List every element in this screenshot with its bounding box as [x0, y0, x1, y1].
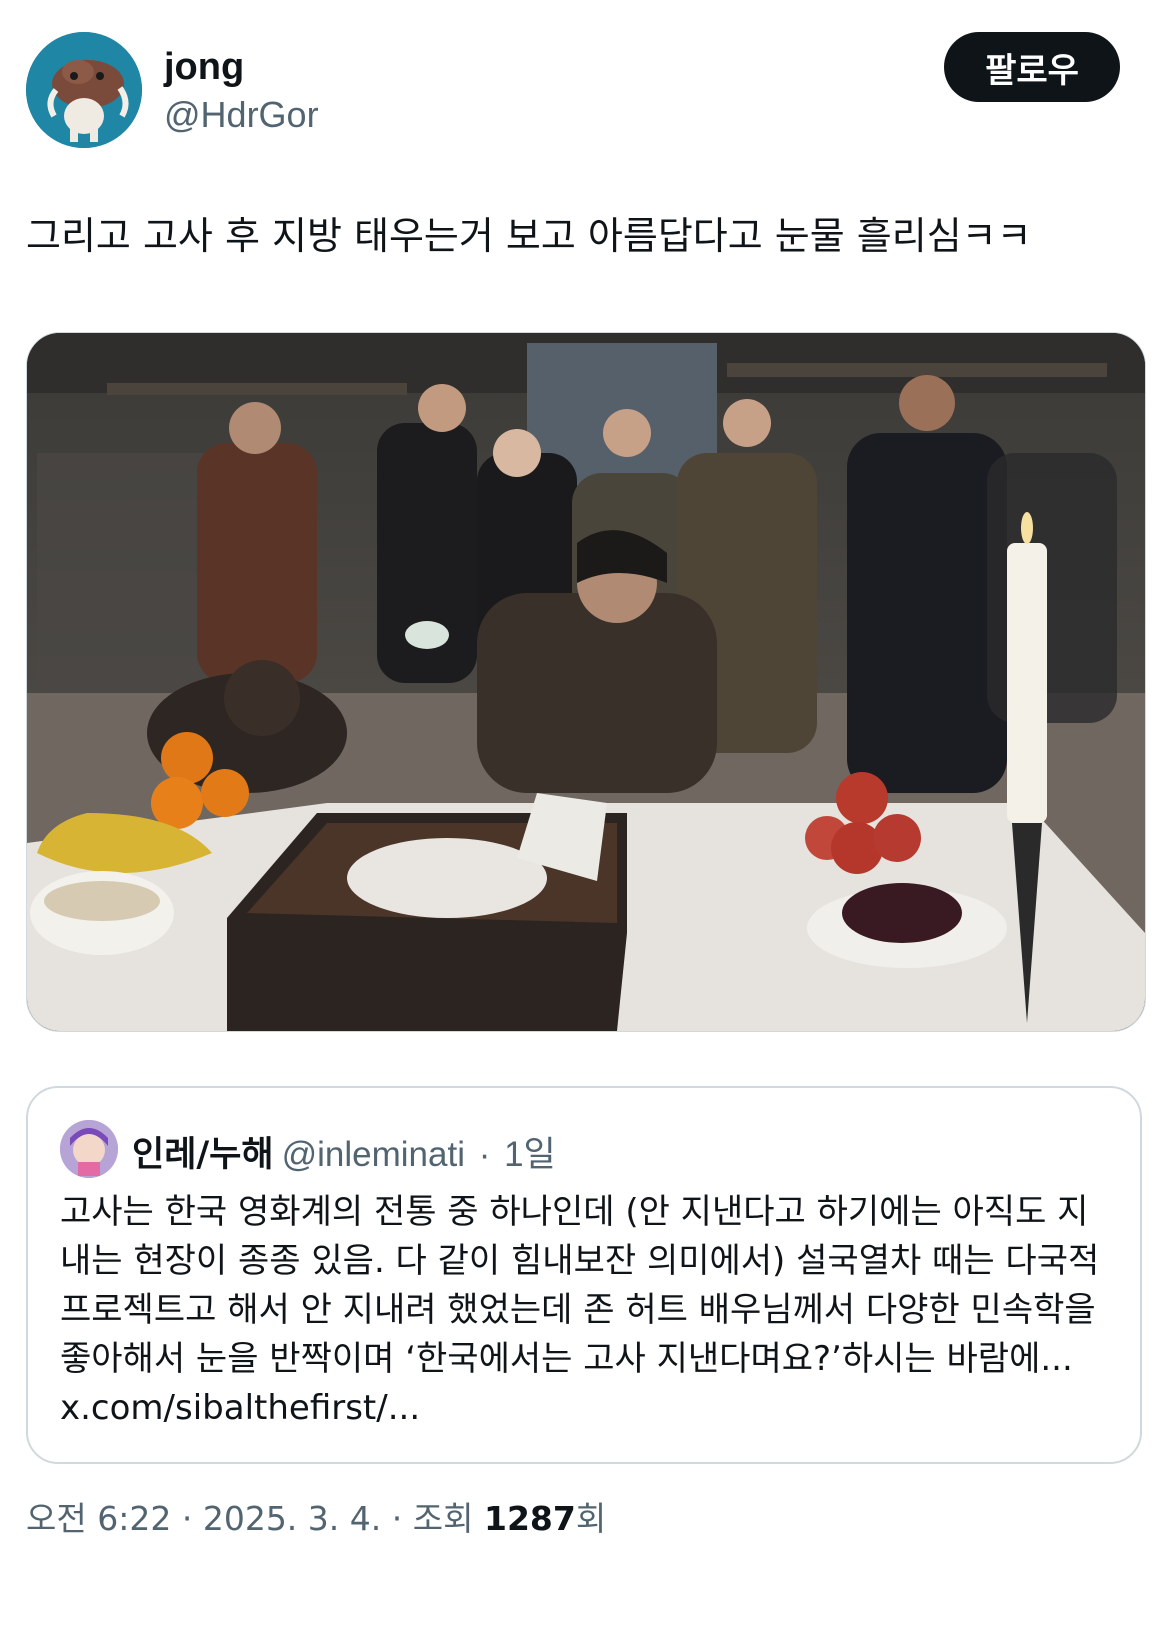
quoted-author-avatar[interactable] — [60, 1120, 118, 1178]
tweet-date[interactable]: 2025. 3. 4. — [203, 1499, 381, 1538]
avatar-character-icon — [60, 1120, 118, 1178]
quoted-header: 인레/누해 @inleminati · 1일 — [132, 1126, 556, 1177]
author-handle[interactable]: @HdrGor — [164, 94, 319, 136]
tweet-photo[interactable] — [26, 332, 1146, 1032]
tweet-header: jong @HdrGor 팔로우 — [26, 32, 1144, 152]
photo-scene — [27, 333, 1145, 1031]
quoted-link[interactable]: x.com/sibalthefirst/... — [60, 1388, 420, 1428]
views-suffix: 회 — [575, 1499, 607, 1538]
tweet-text: 그리고 고사 후 지방 태우는거 보고 아름답다고 눈물 흘리심ㅋㅋ — [26, 214, 1032, 258]
quoted-author-handle[interactable]: @inleminati — [282, 1135, 465, 1174]
separator-dot: · — [478, 1135, 491, 1174]
follow-button[interactable]: 팔로우 — [944, 32, 1120, 102]
quoted-body-text: 고사는 한국 영화계의 전통 중 하나인데 (안 지낸다고 하기에는 아직도 지… — [60, 1192, 1100, 1379]
views-count: 1287 — [484, 1499, 576, 1538]
quoted-time[interactable]: 1일 — [504, 1135, 556, 1174]
tweet-time[interactable]: 오전 6:22 — [26, 1499, 171, 1538]
quoted-tweet[interactable]: 인레/누해 @inleminati · 1일 고사는 한국 영화계의 전통 중 하… — [26, 1086, 1142, 1464]
meta-dot: · — [391, 1499, 403, 1538]
quoted-text: 고사는 한국 영화계의 전통 중 하나인데 (안 지낸다고 하기에는 아직도 지… — [60, 1188, 1110, 1433]
author-name[interactable]: jong — [164, 46, 244, 89]
views-label: 조회 — [412, 1499, 474, 1538]
author-avatar[interactable] — [26, 32, 142, 148]
avatar-character-icon — [26, 32, 142, 148]
quoted-author-name[interactable]: 인레/누해 — [132, 1135, 274, 1175]
tweet-meta: 오전 6:22 · 2025. 3. 4. · 조회 1287회 — [26, 1492, 606, 1540]
meta-dot: · — [181, 1499, 193, 1538]
